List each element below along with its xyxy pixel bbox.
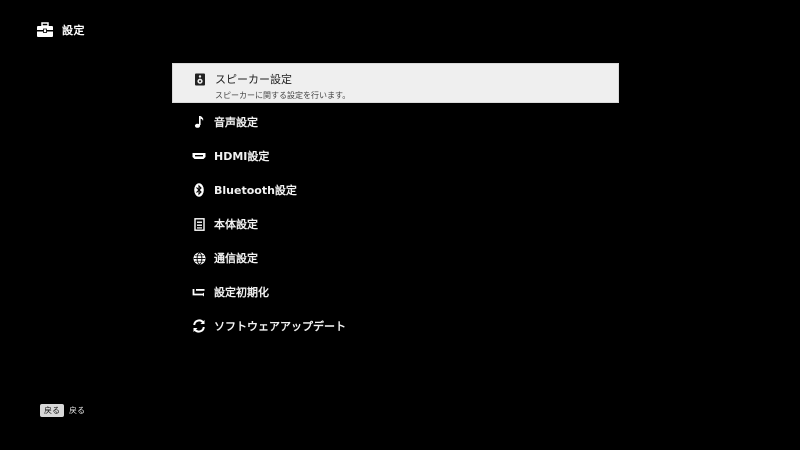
music-note-icon — [192, 115, 206, 129]
menu-item-label: 設定初期化 — [214, 286, 269, 299]
back-key-label: 戻る — [69, 406, 85, 415]
refresh-icon — [192, 319, 206, 333]
menu-item-label: Bluetooth設定 — [214, 184, 297, 197]
menu-item-description: スピーカーに関する設定を行います。 — [215, 91, 351, 100]
menu-item-label: HDMI設定 — [214, 150, 270, 163]
menu-item-text: スピーカー設定 スピーカーに関する設定を行います。 — [215, 71, 350, 101]
footer-hint: 戻る 戻る — [40, 404, 85, 417]
menu-item-network-settings[interactable]: 通信設定 — [172, 241, 619, 275]
back-key-badge[interactable]: 戻る — [40, 404, 64, 417]
menu-item-label: スピーカー設定 — [215, 73, 292, 86]
reset-icon — [192, 285, 206, 299]
page-title: 設定 — [62, 24, 85, 37]
menu-item-speaker-settings[interactable]: スピーカー設定 スピーカーに関する設定を行います。 — [172, 63, 619, 103]
globe-icon — [192, 251, 206, 265]
menu-item-system-settings[interactable]: 本体設定 — [172, 207, 619, 241]
menu-item-hdmi-settings[interactable]: HDMI設定 — [172, 139, 619, 173]
menu-item-audio-settings[interactable]: 音声設定 — [172, 105, 619, 139]
menu-item-label: 通信設定 — [214, 252, 258, 265]
menu-item-software-update[interactable]: ソフトウェアアップデート — [172, 309, 619, 343]
menu-item-reset-settings[interactable]: 設定初期化 — [172, 275, 619, 309]
bluetooth-icon — [192, 183, 206, 197]
settings-menu: スピーカー設定 スピーカーに関する設定を行います。 音声設定 HDMI設定 Bl… — [172, 63, 619, 343]
toolbox-icon — [36, 22, 54, 38]
menu-item-label: 本体設定 — [214, 218, 258, 231]
hdmi-icon — [192, 149, 206, 163]
menu-item-bluetooth-settings[interactable]: Bluetooth設定 — [172, 173, 619, 207]
speaker-icon — [193, 72, 207, 86]
menu-item-label: 音声設定 — [214, 116, 258, 129]
menu-item-label: ソフトウェアアップデート — [214, 320, 346, 333]
device-icon — [192, 217, 206, 231]
screen-header: 設定 — [36, 20, 85, 40]
